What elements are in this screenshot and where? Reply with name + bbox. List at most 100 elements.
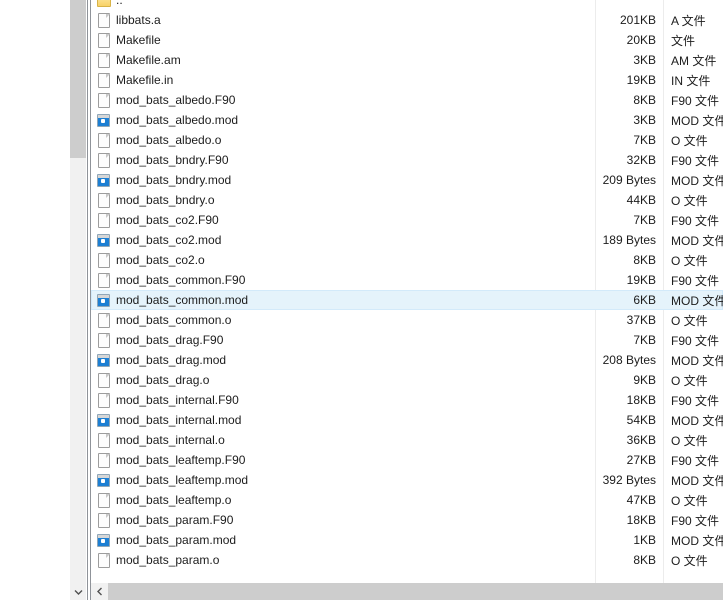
file-row[interactable]: mod_bats_common.F90 19KB F90 文件 [91, 270, 723, 290]
file-row[interactable]: mod_bats_albedo.o 7KB O 文件 [91, 130, 723, 150]
file-size: 208 Bytes [595, 353, 663, 367]
file-size: 18KB [595, 513, 663, 527]
file-size: 37KB [595, 313, 663, 327]
file-row[interactable]: mod_bats_co2.mod 189 Bytes MOD 文件 [91, 230, 723, 250]
file-row[interactable]: mod_bats_drag.o 9KB O 文件 [91, 370, 723, 390]
file-size: 3KB [595, 53, 663, 67]
file-row[interactable]: mod_bats_leaftemp.F90 27KB F90 文件 [91, 450, 723, 470]
file-size: 27KB [595, 453, 663, 467]
file-type: MOD 文件 [663, 112, 723, 129]
file-type: O 文件 [663, 132, 723, 149]
file-row[interactable]: mod_bats_common.o 37KB O 文件 [91, 310, 723, 330]
file-name: mod_bats_internal.mod [116, 413, 595, 427]
file-size: 8KB [595, 553, 663, 567]
file-row[interactable]: Makefile.in 19KB IN 文件 [91, 70, 723, 90]
file-name: mod_bats_internal.F90 [116, 393, 595, 407]
file-row[interactable]: mod_bats_bndry.F90 32KB F90 文件 [91, 150, 723, 170]
file-name: mod_bats_common.mod [116, 293, 595, 307]
file-name: mod_bats_bndry.mod [116, 173, 595, 187]
remote-file-list-panel: .. libbats.a 201KB A 文件 Makefile 20KB 文件… [91, 0, 723, 583]
file-icon [97, 553, 111, 568]
file-icon [97, 133, 111, 148]
file-name: Makefile [116, 33, 595, 47]
file-row[interactable]: libbats.a 201KB A 文件 [91, 10, 723, 30]
file-icon [97, 313, 111, 328]
file-icon [97, 73, 111, 88]
file-icon [97, 13, 111, 28]
scroll-down-button[interactable] [70, 583, 86, 600]
file-row[interactable]: mod_bats_internal.o 36KB O 文件 [91, 430, 723, 450]
file-row[interactable]: mod_bats_bndry.o 44KB O 文件 [91, 190, 723, 210]
vertical-scrollbar[interactable] [70, 0, 86, 600]
file-row[interactable]: Makefile 20KB 文件 [91, 30, 723, 50]
file-name: mod_bats_param.F90 [116, 513, 595, 527]
file-size: 1KB [595, 533, 663, 547]
file-icon [97, 453, 111, 468]
file-name: mod_bats_drag.mod [116, 353, 595, 367]
file-row[interactable]: mod_bats_co2.o 8KB O 文件 [91, 250, 723, 270]
file-icon [97, 33, 111, 48]
file-row[interactable]: mod_bats_param.F90 18KB F90 文件 [91, 510, 723, 530]
file-size: 20KB [595, 33, 663, 47]
file-type: MOD 文件 [663, 232, 723, 249]
file-row[interactable]: mod_bats_common.mod 6KB MOD 文件 [91, 290, 723, 310]
file-type: 文件 [663, 32, 723, 49]
scroll-left-button[interactable] [91, 583, 108, 600]
file-type: MOD 文件 [663, 352, 723, 369]
horizontal-scrollbar-thumb[interactable] [108, 583, 723, 600]
file-type: O 文件 [663, 372, 723, 389]
file-size: 8KB [595, 253, 663, 267]
file-name: mod_bats_leaftemp.F90 [116, 453, 595, 467]
file-type: MOD 文件 [663, 472, 723, 489]
vertical-scrollbar-thumb[interactable] [70, 0, 86, 158]
file-name: mod_bats_albedo.mod [116, 113, 595, 127]
file-row[interactable]: mod_bats_drag.mod 208 Bytes MOD 文件 [91, 350, 723, 370]
mod-file-icon [97, 113, 111, 128]
chevron-down-icon [74, 583, 83, 600]
file-row[interactable]: mod_bats_leaftemp.o 47KB O 文件 [91, 490, 723, 510]
file-icon [97, 273, 111, 288]
file-size: 189 Bytes [595, 233, 663, 247]
file-name: mod_bats_bndry.o [116, 193, 595, 207]
file-row[interactable]: mod_bats_internal.mod 54KB MOD 文件 [91, 410, 723, 430]
mod-file-icon [97, 233, 111, 248]
file-row[interactable]: Makefile.am 3KB AM 文件 [91, 50, 723, 70]
file-size: 201KB [595, 13, 663, 27]
file-row[interactable]: mod_bats_albedo.F90 8KB F90 文件 [91, 90, 723, 110]
file-name: mod_bats_drag.o [116, 373, 595, 387]
file-row[interactable]: mod_bats_bndry.mod 209 Bytes MOD 文件 [91, 170, 723, 190]
horizontal-scrollbar[interactable] [91, 583, 723, 600]
folder-icon [97, 0, 111, 7]
file-type: MOD 文件 [663, 412, 723, 429]
file-icon [97, 213, 111, 228]
file-type: F90 文件 [663, 92, 723, 109]
file-icon [97, 93, 111, 108]
file-name: mod_bats_co2.F90 [116, 213, 595, 227]
file-name: mod_bats_internal.o [116, 433, 595, 447]
file-row[interactable]: mod_bats_param.mod 1KB MOD 文件 [91, 530, 723, 550]
file-row[interactable]: mod_bats_internal.F90 18KB F90 文件 [91, 390, 723, 410]
file-type: A 文件 [663, 12, 723, 29]
file-type: F90 文件 [663, 212, 723, 229]
file-type: O 文件 [663, 492, 723, 509]
file-size: 36KB [595, 433, 663, 447]
file-row[interactable]: mod_bats_albedo.mod 3KB MOD 文件 [91, 110, 723, 130]
file-type: MOD 文件 [663, 172, 723, 189]
file-size: 7KB [595, 213, 663, 227]
file-icon [97, 333, 111, 348]
file-row[interactable]: .. [91, 0, 723, 10]
file-size: 392 Bytes [595, 473, 663, 487]
file-name: mod_bats_common.o [116, 313, 595, 327]
file-row[interactable]: mod_bats_param.o 8KB O 文件 [91, 550, 723, 570]
file-row[interactable]: mod_bats_co2.F90 7KB F90 文件 [91, 210, 723, 230]
file-type: F90 文件 [663, 272, 723, 289]
file-type: IN 文件 [663, 72, 723, 89]
file-icon [97, 193, 111, 208]
file-row[interactable]: mod_bats_leaftemp.mod 392 Bytes MOD 文件 [91, 470, 723, 490]
file-row[interactable]: mod_bats_drag.F90 7KB F90 文件 [91, 330, 723, 350]
file-size: 7KB [595, 133, 663, 147]
file-name: mod_bats_leaftemp.o [116, 493, 595, 507]
file-name: .. [116, 0, 595, 7]
mod-file-icon [97, 353, 111, 368]
file-name: mod_bats_param.o [116, 553, 595, 567]
